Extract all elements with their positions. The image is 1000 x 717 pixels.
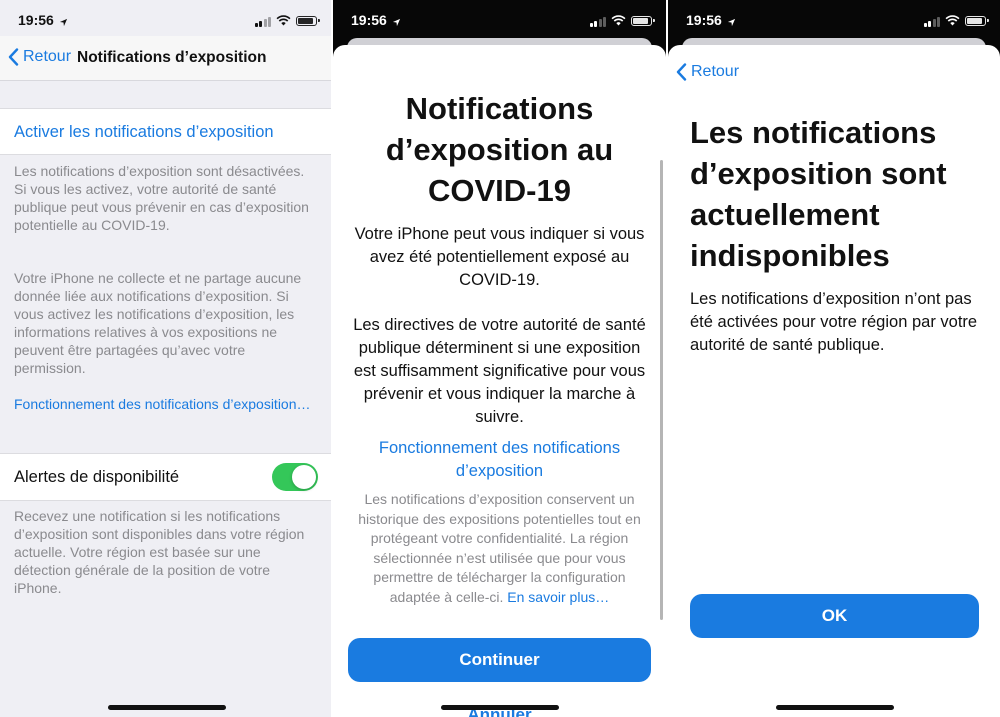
location-arrow-icon — [727, 14, 736, 30]
availability-alerts-cell: Alertes de disponibilité — [0, 453, 331, 501]
unavailable-title: Les notifications d’exposition sont actu… — [690, 115, 947, 273]
status-explanation: Les notifications d’exposition sont désa… — [14, 163, 309, 233]
back-label: Retour — [691, 63, 740, 80]
privacy-note: Les notifications d’exposition conserven… — [355, 490, 644, 607]
availability-alerts-toggle[interactable] — [272, 463, 318, 491]
privacy-text: Les notifications d’exposition conserven… — [358, 491, 641, 605]
cellular-signal-icon — [589, 16, 606, 27]
status-bar: 19:56 — [333, 0, 666, 40]
location-arrow-icon — [392, 14, 401, 30]
battery-icon — [965, 16, 989, 26]
status-bar: 19:56 — [0, 0, 331, 40]
availability-explanation: Recevez une notification si les notifica… — [14, 508, 305, 596]
back-button[interactable]: Retour — [8, 48, 71, 66]
status-time: 19:56 — [686, 12, 722, 28]
back-label: Retour — [23, 48, 72, 65]
how-it-works-link[interactable]: Fonctionnement des notifications d’expos… — [14, 395, 319, 413]
nav-bar: Retour Notifications d’exposition — [0, 36, 331, 81]
back-button[interactable]: Retour — [676, 63, 739, 81]
availability-alerts-label: Alertes de disponibilité — [14, 468, 180, 486]
scrollbar[interactable] — [660, 160, 663, 620]
battery-icon — [631, 16, 655, 26]
continue-button[interactable]: Continuer — [348, 638, 651, 682]
how-it-works-link[interactable]: Fonctionnement des notifications d’expos… — [363, 437, 636, 483]
cellular-signal-icon — [923, 16, 940, 27]
home-indicator — [108, 705, 226, 710]
activate-notifications-link[interactable]: Activer les notifications d’exposition — [14, 123, 274, 142]
unavailable-screen: 19:56 Retour Les notifications d’exposit… — [668, 0, 1000, 717]
home-indicator — [441, 705, 559, 710]
battery-icon — [296, 16, 320, 26]
home-indicator — [776, 705, 894, 710]
status-bar: 19:56 — [668, 0, 1000, 40]
onboarding-screen: 19:56 Notifications d’exposition au COVI… — [333, 0, 666, 717]
wifi-icon — [276, 13, 291, 29]
chevron-left-icon — [676, 63, 687, 81]
page-title: Notifications d’exposition — [77, 49, 267, 66]
activate-cell[interactable]: Activer les notifications d’exposition — [0, 108, 331, 155]
status-time: 19:56 — [351, 12, 387, 28]
settings-screen: 19:56 Retour Notifications d’exposition … — [0, 0, 331, 717]
wifi-icon — [945, 13, 960, 29]
guidance-paragraph: Les directives de votre autorité de sant… — [353, 316, 646, 426]
ok-button[interactable]: OK — [690, 594, 979, 638]
location-arrow-icon — [59, 14, 68, 30]
unavailable-message: Les notifications d’exposition n’ont pas… — [690, 290, 978, 354]
intro-paragraph: Votre iPhone peut vous indiquer si vous … — [354, 225, 645, 289]
cellular-signal-icon — [254, 16, 271, 27]
learn-more-link[interactable]: En savoir plus… — [507, 589, 609, 605]
chevron-left-icon — [8, 48, 19, 66]
status-time: 19:56 — [18, 12, 54, 28]
privacy-explanation: Votre iPhone ne collecte et ne partage a… — [14, 270, 302, 376]
wifi-icon — [611, 13, 626, 29]
sheet-title: Notifications d’exposition au COVID-19 — [385, 91, 614, 208]
